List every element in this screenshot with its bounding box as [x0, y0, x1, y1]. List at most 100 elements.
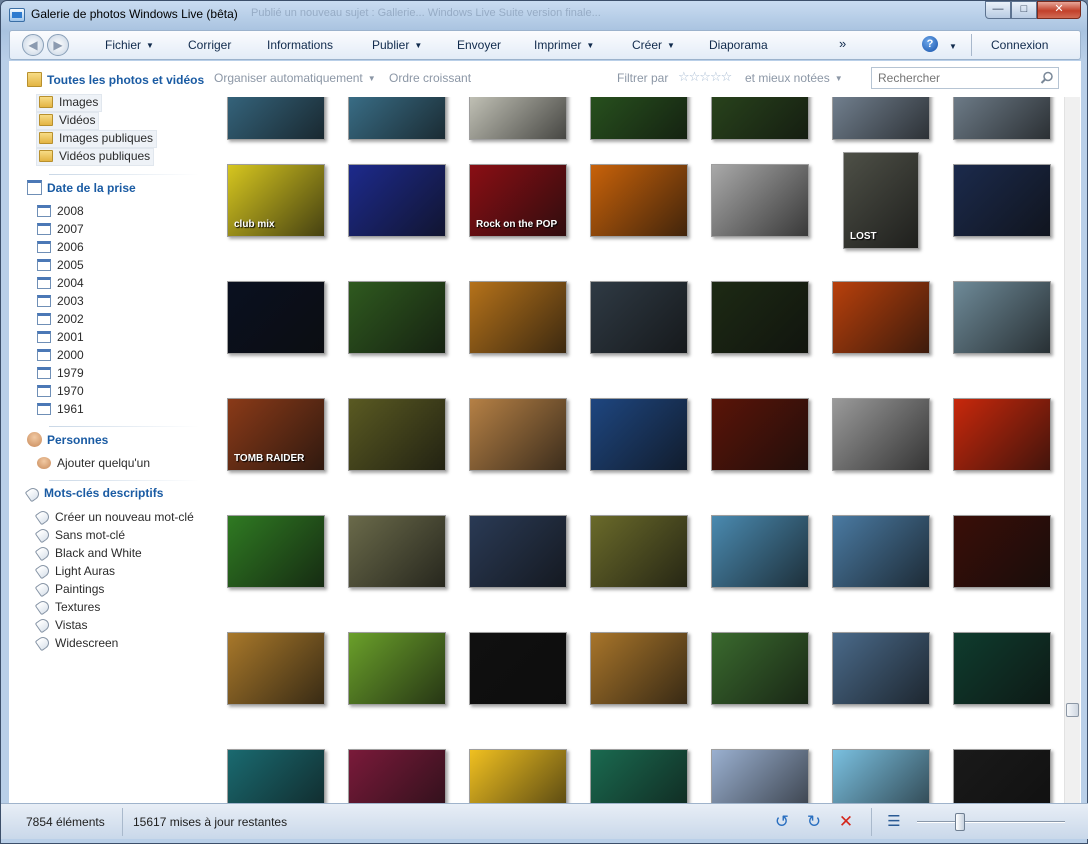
- photo-thumbnail[interactable]: [832, 749, 930, 803]
- sidebar-item-year[interactable]: 2003: [37, 294, 84, 312]
- sort-order-toggle[interactable]: Ordre croissant: [389, 71, 471, 85]
- photo-thumbnail[interactable]: TOMB RAIDER: [227, 398, 325, 471]
- photo-thumbnail[interactable]: [469, 632, 567, 705]
- photo-thumbnail[interactable]: [590, 749, 688, 803]
- photo-thumbnail[interactable]: [590, 632, 688, 705]
- photo-thumbnail[interactable]: [832, 515, 930, 588]
- sidebar-item-year[interactable]: 2002: [37, 312, 84, 330]
- photo-thumbnail[interactable]: [953, 164, 1051, 237]
- photo-thumbnail[interactable]: [227, 97, 325, 140]
- scrollbar-thumb[interactable]: [1066, 703, 1079, 717]
- library-header[interactable]: Toutes les photos et vidéos: [27, 72, 204, 90]
- photo-thumbnail[interactable]: [711, 515, 809, 588]
- photo-thumbnail[interactable]: [832, 632, 930, 705]
- minimize-button[interactable]: —: [985, 1, 1011, 19]
- photo-thumbnail[interactable]: [348, 164, 446, 237]
- sidebar-item-tag[interactable]: Sans mot-clé: [34, 526, 125, 546]
- photo-thumbnail[interactable]: [348, 749, 446, 803]
- menu-fichier[interactable]: Fichier ▼: [105, 38, 154, 52]
- menu-publier[interactable]: Publier ▼: [372, 38, 422, 52]
- menu-diaporama[interactable]: Diaporama: [709, 38, 768, 52]
- sidebar-item-tag[interactable]: Widescreen: [34, 634, 118, 654]
- sidebar-item-year[interactable]: 2000: [37, 348, 84, 366]
- zoom-slider-thumb[interactable]: [955, 813, 965, 831]
- create-tag-link[interactable]: Créer un nouveau mot-clé: [34, 508, 194, 528]
- photo-thumbnail[interactable]: [953, 515, 1051, 588]
- photo-thumbnail[interactable]: [469, 398, 567, 471]
- details-view-icon[interactable]: ☰: [885, 813, 903, 831]
- photo-thumbnail[interactable]: [590, 398, 688, 471]
- photo-thumbnail[interactable]: [711, 164, 809, 237]
- photo-thumbnail[interactable]: [590, 97, 688, 140]
- photo-thumbnail[interactable]: [711, 398, 809, 471]
- delete-icon[interactable]: ✕: [837, 813, 855, 831]
- search-input[interactable]: [872, 68, 1032, 88]
- sidebar-item-tag[interactable]: Textures: [34, 598, 100, 618]
- signin-link[interactable]: Connexion: [991, 38, 1048, 52]
- photo-thumbnail[interactable]: [711, 632, 809, 705]
- maximize-button[interactable]: □: [1011, 1, 1037, 19]
- photo-thumbnail[interactable]: LOST: [843, 152, 919, 249]
- rotate-left-icon[interactable]: ↺: [773, 813, 791, 831]
- sidebar-item-year[interactable]: 2008: [37, 204, 84, 222]
- dates-header[interactable]: Date de la prise: [27, 180, 136, 198]
- menu-informations[interactable]: Informations: [267, 38, 333, 52]
- rotate-right-icon[interactable]: ↻: [805, 813, 823, 831]
- photo-thumbnail[interactable]: [711, 281, 809, 354]
- sidebar-item-tag[interactable]: Paintings: [34, 580, 104, 600]
- vertical-scrollbar[interactable]: [1064, 97, 1080, 803]
- menu-corriger[interactable]: Corriger: [188, 38, 231, 52]
- photo-thumbnail[interactable]: [469, 515, 567, 588]
- photo-thumbnail[interactable]: [953, 632, 1051, 705]
- sidebar-item-year[interactable]: 1979: [37, 366, 84, 384]
- sidebar-item-tag[interactable]: Vistas: [34, 616, 87, 636]
- photo-thumbnail[interactable]: [953, 281, 1051, 354]
- photo-thumbnail[interactable]: [953, 398, 1051, 471]
- photo-thumbnail[interactable]: club mix: [227, 164, 325, 237]
- sidebar-item-year[interactable]: 2005: [37, 258, 84, 276]
- help-icon[interactable]: ?: [922, 36, 938, 52]
- photo-thumbnail[interactable]: [348, 97, 446, 140]
- photo-thumbnail[interactable]: [832, 398, 930, 471]
- rating-filter-stars[interactable]: ☆☆☆☆☆: [678, 69, 732, 85]
- search-icon[interactable]: [1040, 71, 1054, 85]
- sidebar-item-public-images[interactable]: Images publiques: [36, 130, 158, 148]
- photo-thumbnail[interactable]: [469, 749, 567, 803]
- photo-thumbnail[interactable]: [711, 749, 809, 803]
- sidebar-item-tag[interactable]: Light Auras: [34, 562, 115, 582]
- zoom-slider-track[interactable]: [917, 821, 1065, 823]
- sidebar-item-year[interactable]: 2006: [37, 240, 84, 258]
- photo-thumbnail[interactable]: [348, 398, 446, 471]
- sidebar-item-year[interactable]: 2001: [37, 330, 84, 348]
- photo-thumbnail[interactable]: [590, 515, 688, 588]
- photo-thumbnail[interactable]: [469, 281, 567, 354]
- sidebar-item-tag[interactable]: Black and White: [34, 544, 142, 564]
- sidebar-item-year[interactable]: 2004: [37, 276, 84, 294]
- sidebar-item-videos[interactable]: Vidéos: [36, 112, 100, 130]
- photo-thumbnail[interactable]: [348, 281, 446, 354]
- sidebar-item-year[interactable]: 2007: [37, 222, 84, 240]
- forward-button[interactable]: ▶: [47, 34, 69, 56]
- back-button[interactable]: ◀: [22, 34, 44, 56]
- rating-filter-dropdown[interactable]: et mieux notées ▼: [745, 71, 843, 85]
- photo-thumbnail[interactable]: [590, 281, 688, 354]
- menu-imprimer[interactable]: Imprimer ▼: [534, 38, 594, 52]
- photo-thumbnail[interactable]: [711, 97, 809, 140]
- photo-thumbnail[interactable]: [227, 515, 325, 588]
- photo-thumbnail[interactable]: [953, 97, 1051, 140]
- sidebar-item-year[interactable]: 1970: [37, 384, 84, 402]
- help-dropdown[interactable]: ▼: [944, 39, 957, 53]
- add-person-link[interactable]: Ajouter quelqu'un: [37, 456, 150, 474]
- photo-thumbnail[interactable]: Rock on the POP: [469, 164, 567, 237]
- photo-thumbnail[interactable]: [227, 749, 325, 803]
- organize-dropdown[interactable]: Organiser automatiquement ▼: [214, 71, 376, 85]
- menu-creer[interactable]: Créer ▼: [632, 38, 675, 52]
- menu-overflow[interactable]: »: [839, 36, 846, 51]
- sidebar-item-public-videos[interactable]: Vidéos publiques: [36, 148, 155, 166]
- sidebar-item-images[interactable]: Images: [36, 94, 103, 112]
- tags-header[interactable]: Mots-clés descriptifs: [24, 485, 163, 504]
- photo-thumbnail[interactable]: [469, 97, 567, 140]
- photo-thumbnail[interactable]: [227, 632, 325, 705]
- close-button[interactable]: ✕: [1037, 1, 1081, 19]
- photo-thumbnail[interactable]: [227, 281, 325, 354]
